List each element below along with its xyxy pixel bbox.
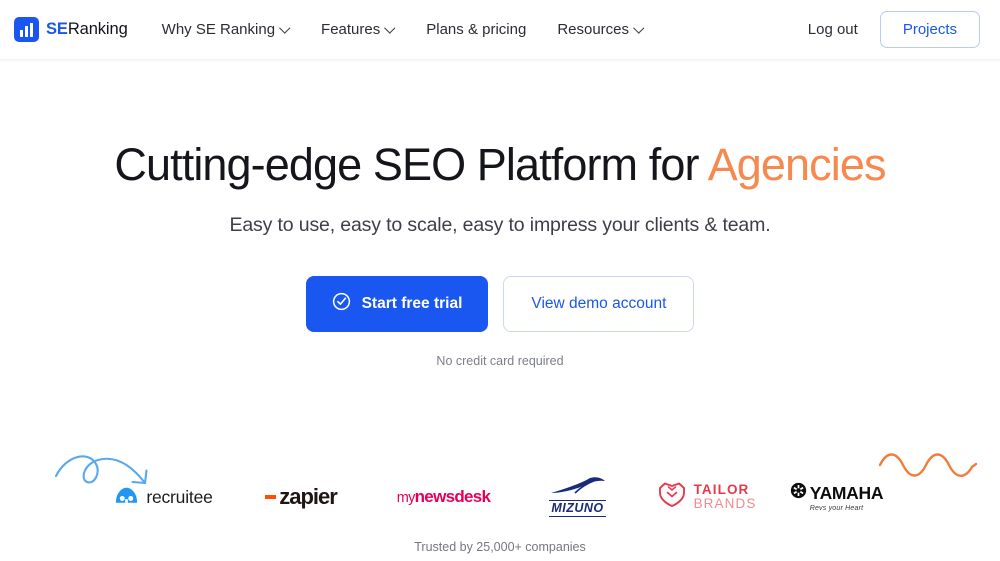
check-circle-icon (332, 292, 351, 316)
brand-logo[interactable]: SERanking (14, 17, 128, 42)
view-demo-account-button[interactable]: View demo account (503, 276, 695, 333)
nav-right-actions: Log out Projects (808, 11, 980, 48)
tailor-brands-heart-icon (657, 481, 687, 513)
client-logo-recruitee: recruitee (99, 472, 229, 522)
view-demo-account-label: View demo account (531, 295, 667, 313)
tailor-brands-label-line2: BRANDS (693, 496, 757, 511)
yamaha-tagline: Revs your Heart (809, 505, 864, 512)
chevron-down-icon (635, 24, 644, 33)
trusted-by-text: Trusted by 25,000+ companies (414, 540, 586, 554)
zapier-label: zapier (279, 484, 338, 509)
nav-item-label: Plans & pricing (426, 21, 527, 38)
client-logo-strip: recruitee zapier mynewsdesk MIZUNO TAILO… (0, 472, 1000, 522)
nav-item-plans-pricing[interactable]: Plans & pricing (426, 22, 526, 37)
no-credit-card-note: No credit card required (436, 354, 564, 369)
mynewsdesk-label: newsdesk (414, 487, 491, 506)
logout-link[interactable]: Log out (808, 21, 858, 38)
nav-item-why-se-ranking[interactable]: Why SE Ranking (162, 22, 290, 37)
mizuno-label: MIZUNO (549, 500, 606, 517)
tailor-brands-label-line1: TAILOR (693, 482, 750, 498)
mynewsdesk-prefix: my (396, 490, 416, 506)
page-title: Cutting-edge SEO Platform for Agencies (0, 139, 1000, 190)
yamaha-tuning-fork-icon (790, 482, 807, 504)
mizuno-bird-icon (550, 477, 606, 499)
zapier-dash-icon (265, 495, 277, 499)
projects-button[interactable]: Projects (879, 11, 980, 48)
nav-item-label: Features (321, 21, 381, 38)
brand-name-se: SE (46, 20, 68, 38)
recruitee-label: recruitee (146, 486, 213, 507)
client-logo-zapier: zapier (229, 472, 374, 522)
start-free-trial-label: Start free trial (361, 295, 463, 313)
brand-name-ranking: Ranking (67, 20, 128, 38)
client-logo-tailor-brands: TAILOR BRANDS (642, 472, 772, 522)
client-logo-mizuno: MIZUNO (514, 472, 642, 522)
recruitee-icon (114, 485, 139, 510)
start-free-trial-button[interactable]: Start free trial (305, 276, 489, 333)
nav-item-features[interactable]: Features (321, 22, 395, 37)
nav-item-label: Why SE Ranking (161, 21, 276, 38)
nav-item-resources[interactable]: Resources (557, 22, 644, 37)
nav-links: Why SE Ranking Features Plans & pricing … (162, 22, 644, 37)
chevron-down-icon (386, 24, 395, 33)
client-logo-mynewsdesk: mynewsdesk (374, 472, 514, 522)
yamaha-label: YAMAHA (809, 482, 884, 503)
headline-main-text: Cutting-edge SEO Platform for (114, 139, 708, 190)
headline-accent-text: Agencies (707, 139, 887, 190)
landing-page: SERanking Why SE Ranking Features Plans … (0, 0, 1000, 561)
hero-section: Cutting-edge SEO Platform for Agencies E… (0, 139, 1000, 485)
nav-item-label: Resources (557, 21, 630, 38)
top-navigation-bar: SERanking Why SE Ranking Features Plans … (0, 0, 1000, 60)
cta-button-row: Start free trial View demo account (0, 276, 1000, 333)
chevron-down-icon (281, 24, 290, 33)
brand-name: SERanking (46, 20, 128, 39)
bar-chart-icon (14, 17, 39, 42)
hero-subtitle: Easy to use, easy to scale, easy to impr… (229, 214, 771, 237)
client-logo-yamaha: YAMAHA Revs your Heart (772, 472, 902, 522)
